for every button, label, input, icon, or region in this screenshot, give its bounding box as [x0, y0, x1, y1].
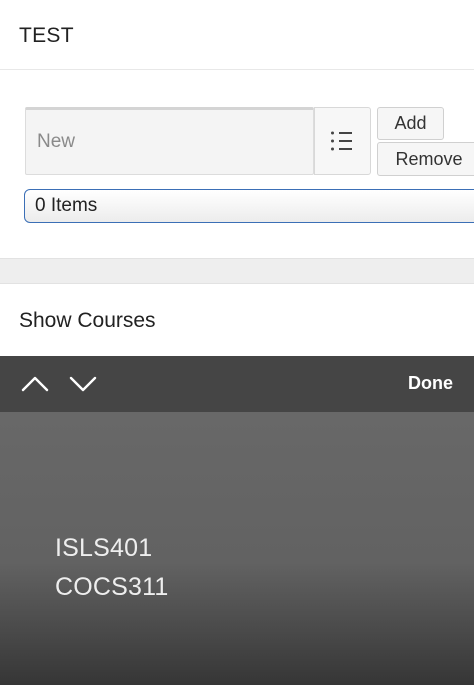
test-region-title: TEST — [19, 24, 74, 47]
test-region: TEST Add Remove 0 Items — [0, 0, 474, 259]
previous-field-button[interactable] — [20, 370, 50, 398]
picker-option[interactable]: ISLS401 — [55, 534, 152, 563]
page: TEST Add Remove 0 Items Show Courses — [0, 0, 474, 685]
picker-toolbar: Done — [0, 356, 474, 412]
picker-wheel[interactable]: ISLS401 COCS311 — [0, 412, 474, 685]
list-picker-button[interactable] — [314, 107, 371, 175]
chevron-up-icon — [21, 376, 49, 392]
courses-region-title: Show Courses — [19, 309, 156, 332]
new-item-input[interactable] — [25, 107, 314, 175]
test-region-header: TEST — [0, 0, 474, 70]
remove-button[interactable]: Remove — [377, 142, 474, 176]
courses-region: Show Courses — [0, 283, 474, 364]
picker-option[interactable]: COCS311 — [55, 573, 169, 602]
done-button[interactable]: Done — [408, 373, 453, 394]
chevron-down-icon — [69, 376, 97, 392]
next-field-button[interactable] — [68, 370, 98, 398]
list-icon — [331, 131, 352, 151]
add-button[interactable]: Add — [377, 107, 444, 140]
items-select[interactable]: 0 Items — [24, 189, 474, 223]
